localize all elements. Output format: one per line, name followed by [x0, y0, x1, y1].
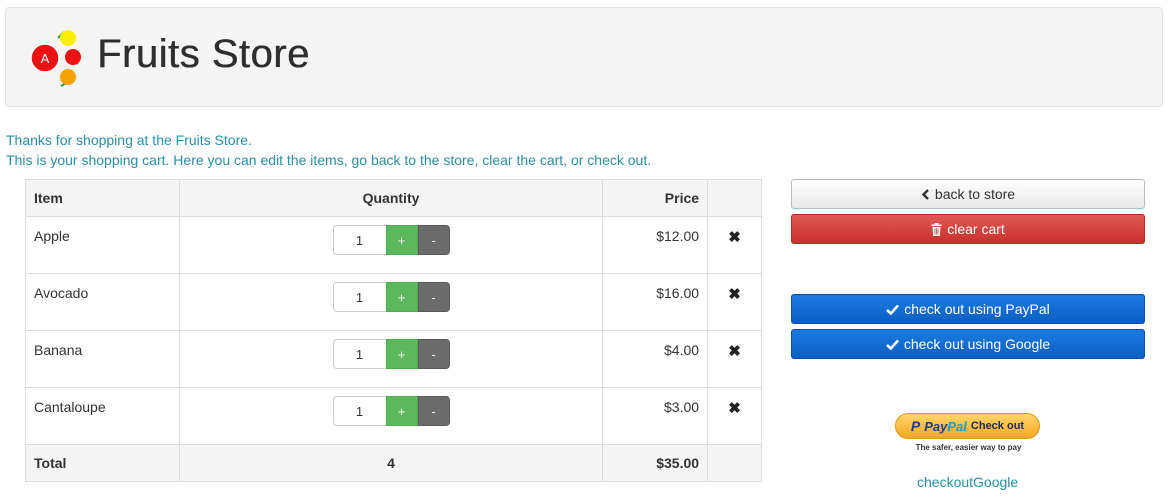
back-to-store-label: back to store [934, 186, 1016, 202]
cart-row: Avocado + - $16.00 ✖ [25, 273, 762, 331]
item-price: $12.00 [656, 228, 700, 244]
paypal-badge-action: Check out [970, 420, 1025, 432]
total-price: $35.00 [602, 444, 709, 482]
quantity-input[interactable] [332, 225, 386, 255]
cart-total-row: Total 4 $35.00 [25, 444, 762, 482]
close-icon[interactable]: ✖ [728, 399, 741, 417]
quantity-input[interactable] [332, 282, 386, 312]
close-icon[interactable]: ✖ [728, 285, 741, 303]
paypal-checkout-badge[interactable]: P PayPal Check out The safer, easier way… [895, 413, 1042, 458]
decrease-quantity-button[interactable]: - [417, 339, 450, 369]
quantity-stepper: + - [332, 396, 450, 426]
close-icon[interactable]: ✖ [728, 342, 741, 360]
close-icon[interactable]: ✖ [728, 228, 741, 246]
item-price: $4.00 [664, 342, 700, 358]
decrease-quantity-button[interactable]: - [417, 225, 450, 255]
quantity-input[interactable] [332, 396, 386, 426]
paypal-logo-icon: P [910, 418, 921, 434]
checkout-paypal-label: check out using PayPal [904, 301, 1050, 317]
item-name: Banana [34, 342, 83, 358]
quantity-stepper: + - [332, 282, 450, 312]
increase-quantity-button[interactable]: + [385, 225, 418, 255]
checkout-google-label: check out using Google [903, 336, 1051, 352]
decrease-quantity-button[interactable]: - [417, 282, 450, 312]
column-header-quantity: Quantity [178, 179, 604, 217]
clear-cart-label: clear cart [947, 221, 1005, 237]
store-logo: A [30, 30, 81, 87]
total-label: Total [25, 444, 180, 482]
item-name: Avocado [34, 285, 89, 301]
back-to-store-button[interactable]: back to store [791, 179, 1145, 209]
increase-quantity-button[interactable]: + [385, 282, 418, 312]
column-header-remove [707, 179, 762, 217]
cart-row: Banana + - $4.00 ✖ [25, 330, 762, 388]
column-header-price: Price [602, 179, 709, 217]
checkmark-icon [885, 339, 899, 350]
checkout-google-button[interactable]: check out using Google [791, 329, 1145, 359]
column-header-item: Item [25, 179, 180, 217]
intro-line-1: Thanks for shopping at the Fruits Store. [6, 132, 252, 148]
paypal-wordmark: PayPal [924, 418, 967, 434]
store-title: Fruits Store [97, 32, 310, 76]
item-price: $3.00 [664, 399, 700, 415]
increase-quantity-button[interactable]: + [385, 339, 418, 369]
cart-row: Apple + - $12.00 ✖ [25, 216, 762, 274]
intro-text: Thanks for shopping at the Fruits Store.… [6, 130, 651, 170]
chevron-left-icon [921, 188, 929, 200]
total-quantity: 4 [178, 444, 604, 482]
quantity-input[interactable] [332, 339, 386, 369]
item-name: Apple [34, 228, 70, 244]
decrease-quantity-button[interactable]: - [417, 396, 450, 426]
trash-icon [931, 222, 942, 236]
checkout-google-link[interactable]: checkoutGoogle [917, 474, 1018, 490]
checkmark-icon [886, 304, 900, 315]
checkout-paypal-button[interactable]: check out using PayPal [791, 294, 1145, 324]
item-name: Cantaloupe [34, 399, 106, 415]
increase-quantity-button[interactable]: + [385, 396, 418, 426]
cart-table: Item Quantity Price Apple + - $12.00 ✖ A… [25, 179, 762, 482]
quantity-stepper: + - [332, 339, 450, 369]
quantity-stepper: + - [332, 225, 450, 255]
store-header: A Fruits Store [5, 7, 1163, 107]
cart-header-row: Item Quantity Price [25, 179, 762, 217]
svg-text:A: A [41, 51, 50, 66]
clear-cart-button[interactable]: clear cart [791, 214, 1145, 244]
cart-row: Cantaloupe + - $3.00 ✖ [25, 387, 762, 445]
intro-line-2: This is your shopping cart. Here you can… [6, 152, 652, 168]
paypal-badge-tagline: The safer, easier way to pay [915, 443, 1022, 452]
item-price: $16.00 [656, 285, 700, 301]
